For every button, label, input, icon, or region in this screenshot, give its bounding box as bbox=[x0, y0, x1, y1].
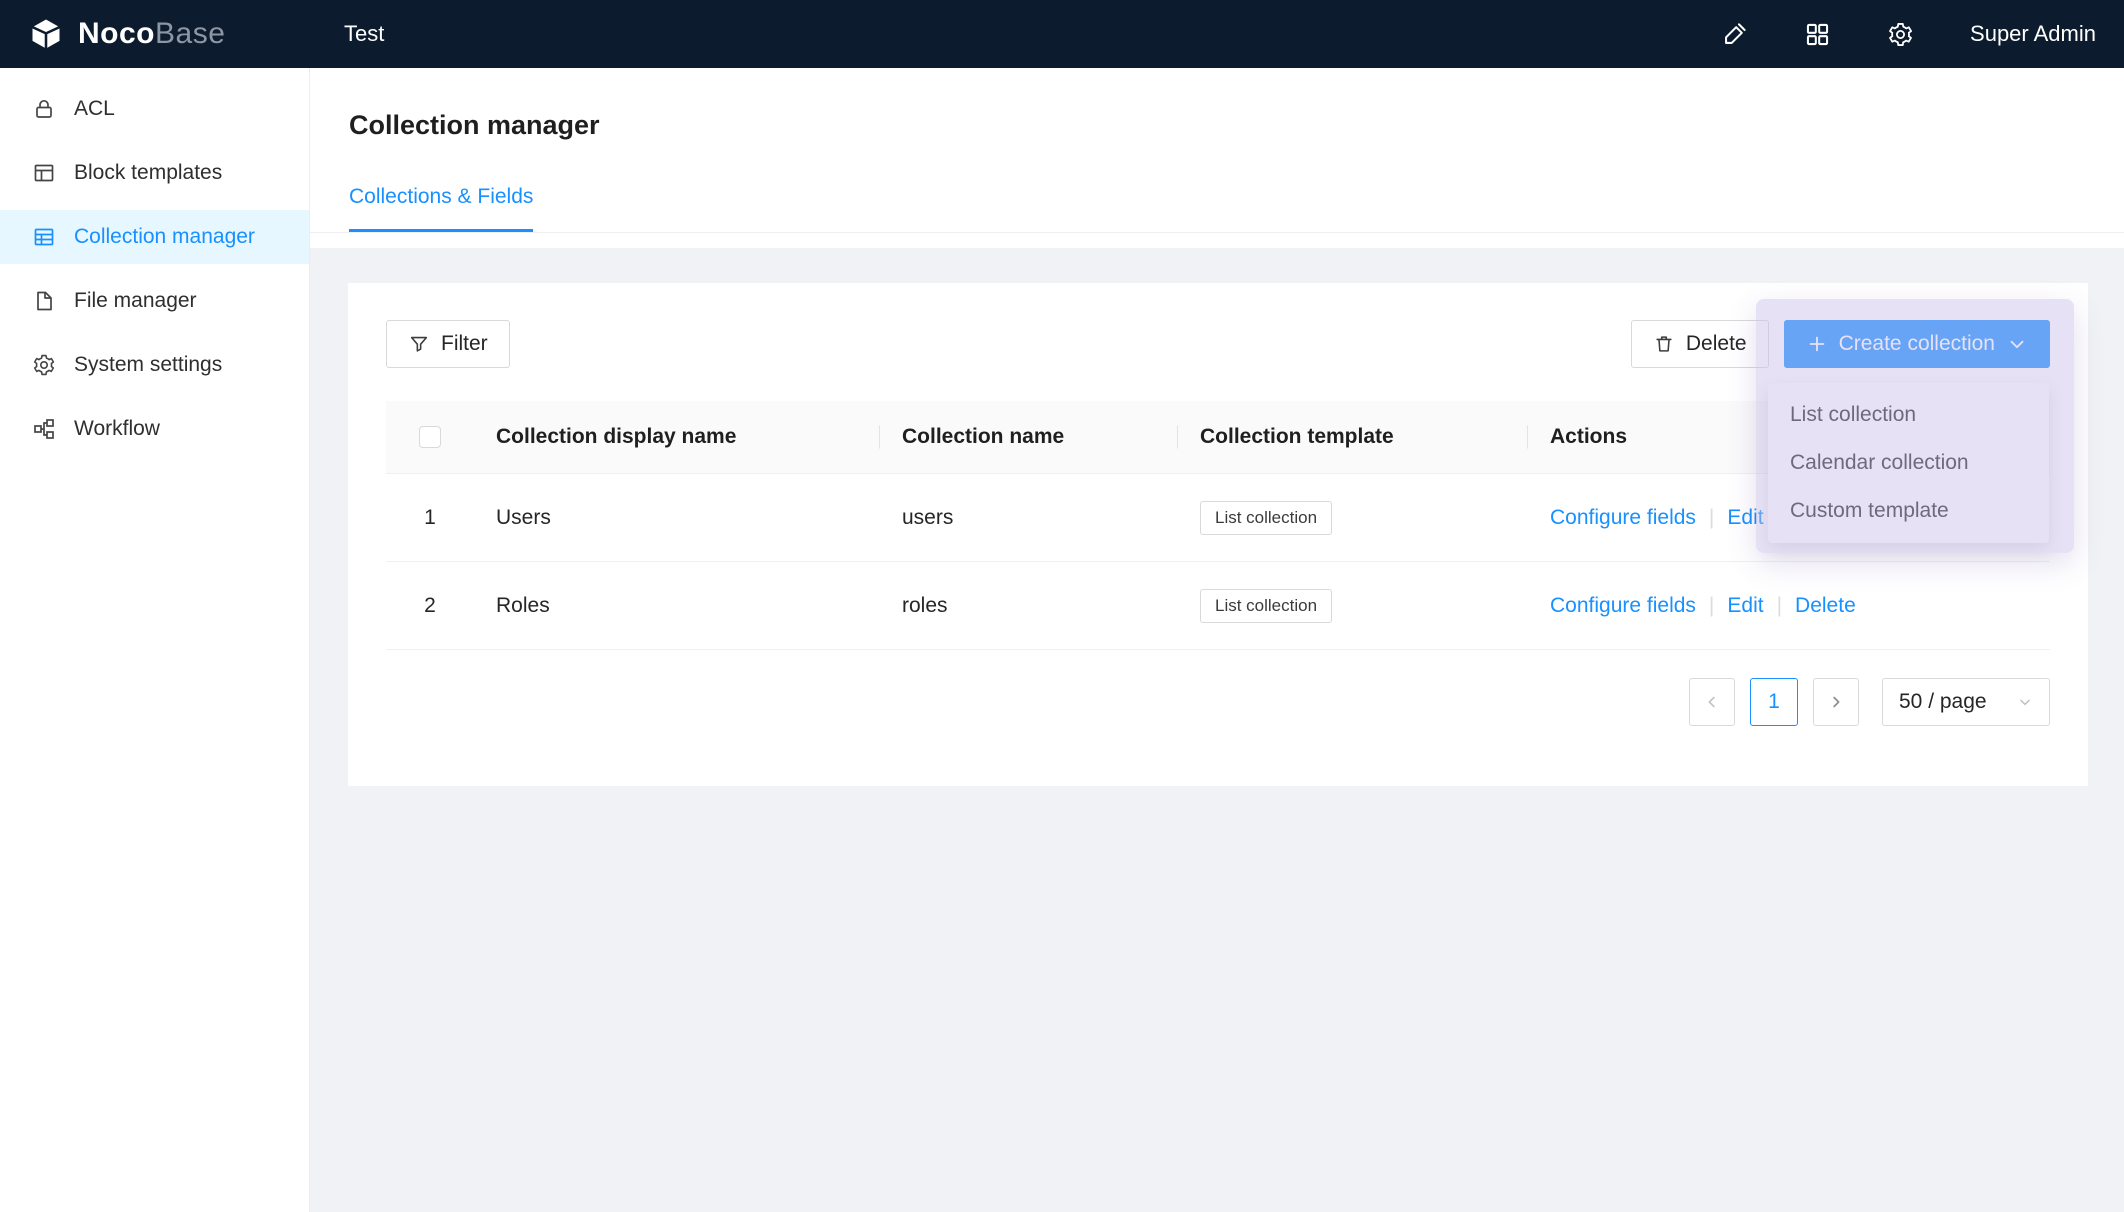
pagination-page-1[interactable]: 1 bbox=[1750, 678, 1798, 726]
row-index: 1 bbox=[386, 506, 474, 530]
collection-template-cell: List collection bbox=[1178, 589, 1528, 623]
sidebar-item-block-templates[interactable]: Block templates bbox=[0, 146, 309, 200]
delete-link[interactable]: Delete bbox=[1795, 594, 1856, 617]
menu-item-calendar-collection[interactable]: Calendar collection bbox=[1768, 439, 2049, 487]
gear-icon bbox=[32, 353, 56, 377]
gear-icon[interactable] bbox=[1887, 21, 1914, 48]
sidebar-item-workflow[interactable]: Workflow bbox=[0, 402, 309, 456]
template-tag: List collection bbox=[1200, 501, 1332, 535]
card-toolbar: Filter Delete bbox=[386, 320, 2050, 368]
chevron-down-icon bbox=[2006, 333, 2028, 355]
edit-link[interactable]: Edit bbox=[1727, 506, 1763, 529]
blocks-grid-icon[interactable] bbox=[1804, 21, 1831, 48]
highlighter-icon[interactable] bbox=[1721, 21, 1748, 48]
sidebar-item-acl[interactable]: ACL bbox=[0, 82, 309, 136]
menu-item-custom-template[interactable]: Custom template bbox=[1768, 487, 2049, 535]
action-divider: | bbox=[1709, 594, 1714, 617]
row-index: 2 bbox=[386, 594, 474, 618]
column-header: Collection template bbox=[1178, 425, 1528, 449]
create-collection-label: Create collection bbox=[1839, 332, 1995, 356]
table-icon bbox=[32, 225, 56, 249]
app-root: NocoBase Test Super Admin bbox=[0, 0, 2124, 1212]
action-divider: | bbox=[1777, 594, 1782, 617]
pagination: 1 50 / page bbox=[1689, 678, 2050, 726]
brand-name: NocoBase bbox=[78, 17, 225, 51]
brand[interactable]: NocoBase bbox=[0, 16, 310, 52]
sidebar-item-label: Collection manager bbox=[74, 225, 255, 249]
collection-display-name: Roles bbox=[474, 594, 880, 618]
sidebar-item-collection-manager[interactable]: Collection manager bbox=[0, 210, 309, 264]
current-user[interactable]: Super Admin bbox=[1970, 21, 2096, 47]
filter-button-label: Filter bbox=[441, 332, 488, 356]
nav-menu-test[interactable]: Test bbox=[310, 0, 418, 68]
select-all-checkbox[interactable] bbox=[419, 426, 441, 448]
collection-template-cell: List collection bbox=[1178, 501, 1528, 535]
page-title: Collection manager bbox=[310, 68, 2124, 141]
sidebar-item-system-settings[interactable]: System settings bbox=[0, 338, 309, 392]
collection-display-name: Users bbox=[474, 506, 880, 530]
sidebar-item-label: Block templates bbox=[74, 161, 222, 185]
pagination-next-button[interactable] bbox=[1813, 678, 1859, 726]
action-divider: | bbox=[1709, 506, 1714, 529]
collection-name: roles bbox=[880, 594, 1178, 618]
row-actions: Configure fields | Edit | Delete bbox=[1528, 594, 2050, 618]
sidebar: ACL Block templates Collection manager bbox=[0, 68, 310, 1212]
configure-fields-link[interactable]: Configure fields bbox=[1550, 594, 1696, 617]
sidebar-item-label: File manager bbox=[74, 289, 197, 313]
navbar-right: Super Admin bbox=[1721, 21, 2124, 48]
pagination-prev-button[interactable] bbox=[1689, 678, 1735, 726]
brand-name-bold: Noco bbox=[78, 17, 155, 50]
configure-fields-link[interactable]: Configure fields bbox=[1550, 506, 1696, 529]
file-icon bbox=[32, 289, 56, 313]
toolbar-right: Delete Create collection bbox=[1631, 320, 2050, 368]
column-header: Collection display name bbox=[474, 425, 880, 449]
collection-name: users bbox=[880, 506, 1178, 530]
tab-collections-fields[interactable]: Collections & Fields bbox=[349, 185, 533, 232]
column-header: Collection name bbox=[880, 425, 1178, 449]
menu-item-list-collection[interactable]: List collection bbox=[1768, 391, 2049, 439]
plus-icon bbox=[1806, 333, 1828, 355]
sidebar-item-label: System settings bbox=[74, 353, 222, 377]
workflow-icon bbox=[32, 417, 56, 441]
lock-icon bbox=[32, 97, 56, 121]
filter-button[interactable]: Filter bbox=[386, 320, 510, 368]
page-size-select[interactable]: 50 / page bbox=[1882, 678, 2050, 726]
trash-icon bbox=[1653, 333, 1675, 355]
create-collection-menu: List collection Calendar collection Cust… bbox=[1768, 383, 2049, 543]
delete-button-label: Delete bbox=[1686, 332, 1747, 356]
brand-name-light: Base bbox=[155, 17, 225, 50]
select-all-cell bbox=[386, 425, 474, 449]
filter-funnel-icon bbox=[408, 333, 430, 355]
table-row: 2 Roles roles List collection Configure … bbox=[386, 562, 2050, 650]
tabs-bar: Collections & Fields bbox=[310, 185, 2124, 233]
sidebar-item-file-manager[interactable]: File manager bbox=[0, 274, 309, 328]
nocobase-logo-icon bbox=[28, 16, 64, 52]
layout-icon bbox=[32, 161, 56, 185]
delete-button[interactable]: Delete bbox=[1631, 320, 1769, 368]
template-tag: List collection bbox=[1200, 589, 1332, 623]
sidebar-item-label: Workflow bbox=[74, 417, 160, 441]
page-size-value: 50 / page bbox=[1899, 690, 1987, 714]
create-collection-button[interactable]: Create collection bbox=[1784, 320, 2050, 368]
edit-link[interactable]: Edit bbox=[1727, 594, 1763, 617]
top-navbar: NocoBase Test Super Admin bbox=[0, 0, 2124, 68]
chevron-down-icon bbox=[2017, 694, 2033, 710]
sidebar-item-label: ACL bbox=[74, 97, 115, 121]
